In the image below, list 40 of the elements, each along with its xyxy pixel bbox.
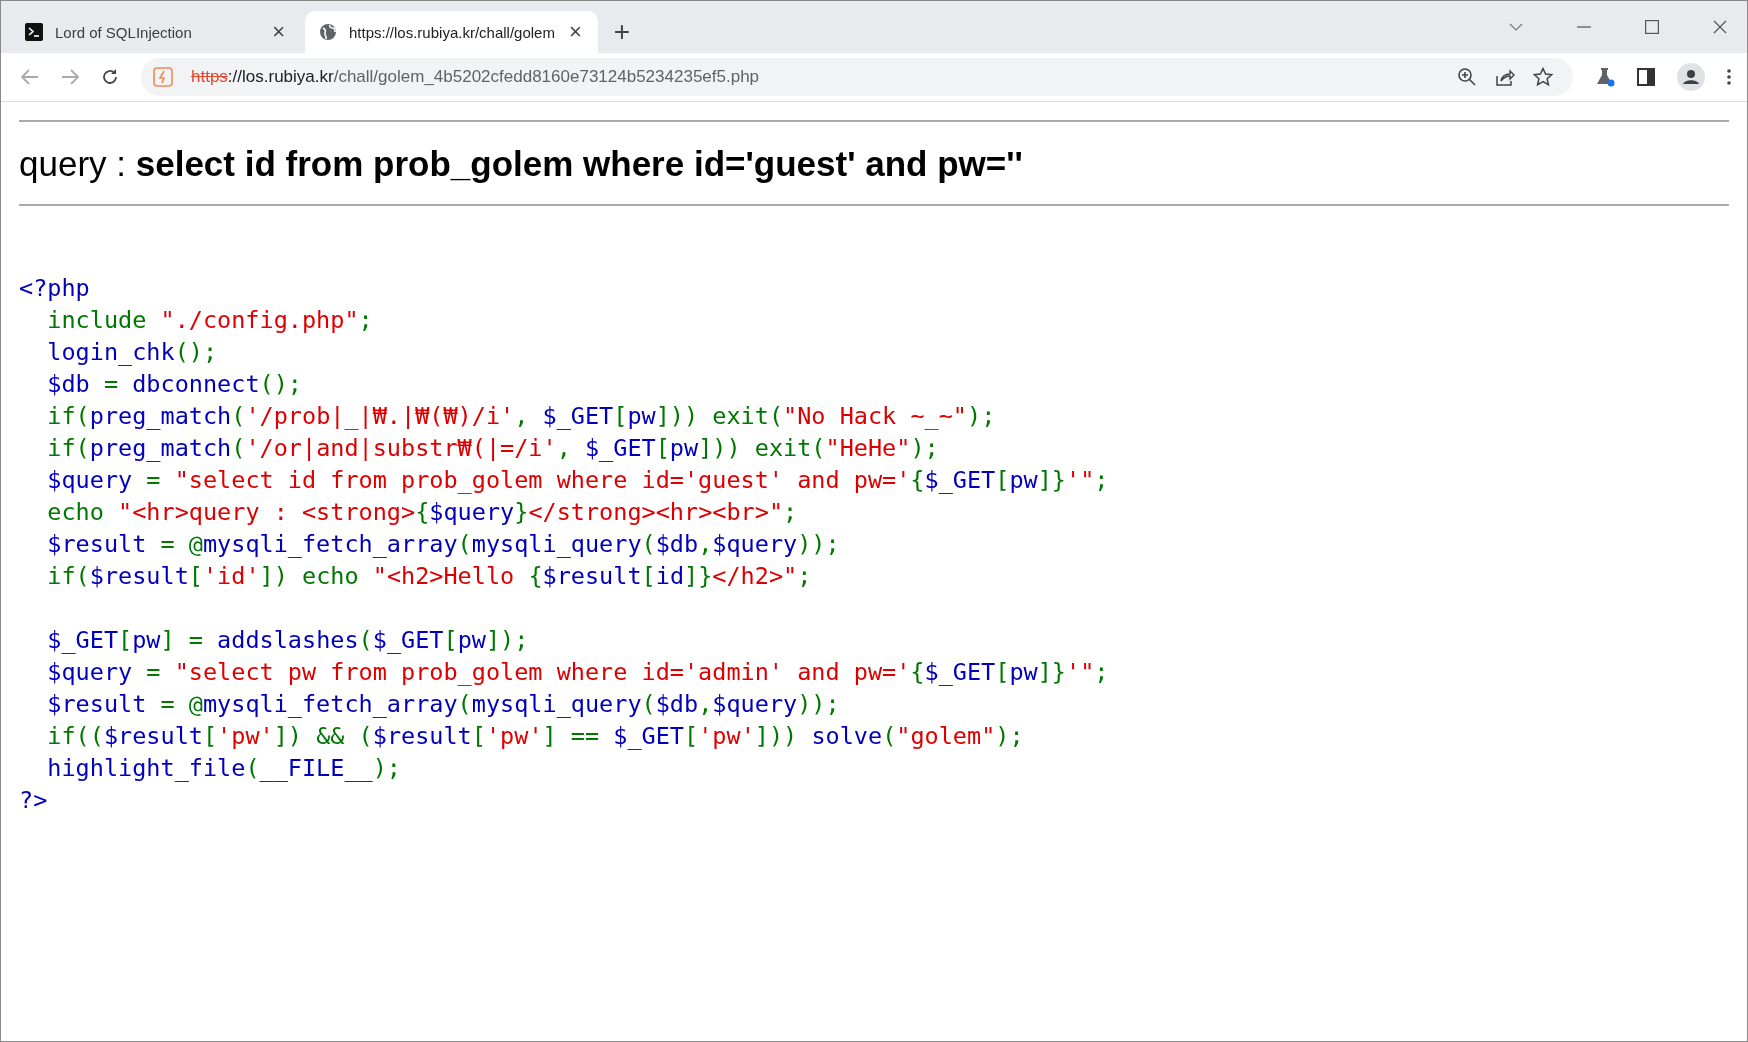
- code-line: $query = "select pw from prob_golem where id='admin' and pw='{$_GET[pw]}'";: [46, 657, 1109, 688]
- code-line: $_GET[pw] = addslashes($_GET[pw]);: [46, 625, 529, 656]
- profile-avatar-icon[interactable]: [1677, 63, 1705, 91]
- code-line: $db = dbconnect();: [46, 369, 302, 400]
- browser-tab[interactable]: https://los.rubiya.kr/chall/golem ×: [305, 11, 598, 53]
- terminal-icon: [25, 23, 43, 41]
- menu-icon[interactable]: [1727, 69, 1731, 85]
- new-tab-button[interactable]: +: [607, 11, 637, 53]
- query-heading: query : select id from prob_golem where id='guest' and pw='': [19, 144, 1024, 184]
- code-line: if($result['id']) echo "<h2>Hello {$result[id]}</h2>";: [46, 561, 812, 592]
- star-icon[interactable]: [1533, 67, 1553, 87]
- maximize-icon[interactable]: [1645, 20, 1659, 34]
- code-line: $query = "select id from prob_golem where id='guest' and pw='{$_GET[pw]}'";: [46, 465, 1109, 496]
- code-line: login_chk();: [46, 337, 218, 368]
- warning-lightning-icon: [153, 67, 173, 87]
- code-line: echo "<hr>query : <strong>{$query}</strong><hr><br>";: [46, 497, 798, 528]
- code-line: <?php: [19, 273, 90, 304]
- tab-title: https://los.rubiya.kr/chall/golem: [349, 23, 555, 41]
- code-line: if(preg_match('/prob|_|₩.|₩(₩)/i', $_GET[pw])) exit("No Hack ~_~");: [46, 401, 996, 432]
- share-icon[interactable]: [1495, 67, 1515, 87]
- close-tab-button[interactable]: ×: [270, 19, 287, 45]
- code-line: $result = @mysqli_fetch_array(mysqli_query($db,$query));: [46, 689, 840, 720]
- code-line: if(($result['pw']) && ($result['pw'] == $_GET['pw'])) solve("golem");: [46, 721, 1024, 752]
- close-tab-button[interactable]: ×: [566, 19, 584, 45]
- code-line: if(preg_match('/or|and|substr₩(|=/i', $_GET[pw])) exit("HeHe");: [46, 433, 939, 464]
- code-line: $result = @mysqli_fetch_array(mysqli_query($db,$query));: [46, 529, 840, 560]
- tab-title: Lord of SQLInjection: [55, 23, 193, 41]
- flask-icon[interactable]: [1595, 67, 1615, 87]
- reload-icon[interactable]: [101, 68, 119, 86]
- url-text: https://los.rubiya.kr/chall/golem_4b5202cfedd8160e73124b5234235ef5.php: [191, 67, 760, 87]
- globe-icon: [319, 23, 337, 41]
- close-icon[interactable]: [1713, 20, 1727, 34]
- code-line: ?>: [19, 785, 48, 816]
- code-line: include "./config.php";: [46, 305, 373, 336]
- address-bar[interactable]: https://los.rubiya.kr/chall/golem_4b5202cfedd8160e73124b5234235ef5.php: [141, 58, 1573, 96]
- browser-tab[interactable]: Lord of SQLInjection ×: [11, 11, 301, 53]
- zoom-in-icon[interactable]: [1457, 67, 1477, 87]
- side-panel-icon[interactable]: [1637, 68, 1655, 86]
- chevron-down-icon[interactable]: [1509, 23, 1523, 31]
- code-line: highlight_file(__FILE__);: [46, 753, 401, 784]
